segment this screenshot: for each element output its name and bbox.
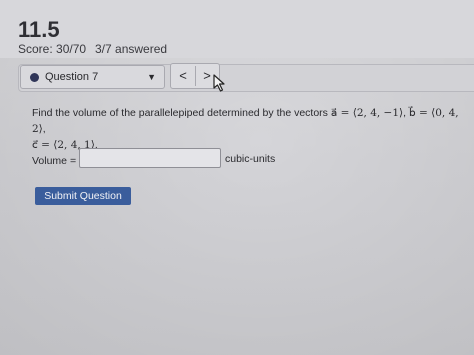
status-dot-icon <box>30 73 39 82</box>
question-select-label: Question 7 <box>45 71 99 83</box>
question-select[interactable]: Question 7 ▼ <box>20 65 165 89</box>
answered-count: 3/7 answered <box>95 42 168 56</box>
volume-input[interactable] <box>79 148 221 168</box>
question-prompt: Find the volume of the parallelepiped de… <box>32 107 331 119</box>
units-label: cubic-units <box>225 153 276 165</box>
score-text: Score: 30/70 <box>18 42 87 56</box>
previous-question-button[interactable]: < <box>173 67 193 85</box>
separator-2: , <box>42 123 46 135</box>
volume-label: Volume = <box>32 155 77 167</box>
assignment-title: 11.5 <box>18 17 60 42</box>
mouse-pointer-icon <box>213 74 225 92</box>
nav-divider <box>195 66 196 86</box>
caret-down-icon: ▼ <box>147 72 156 82</box>
submit-question-button[interactable]: Submit Question <box>35 187 131 205</box>
question-text: Find the volume of the parallelepiped de… <box>32 105 472 153</box>
vector-a: a⃗ = ⟨2, 4, −1⟩ <box>330 107 404 119</box>
